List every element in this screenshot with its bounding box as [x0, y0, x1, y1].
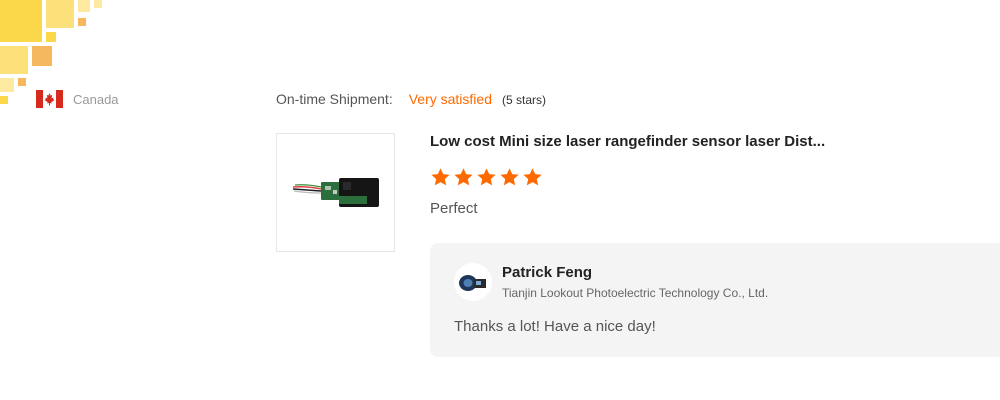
reply-message: Thanks a lot! Have a nice day!: [454, 318, 656, 335]
star-icon: [500, 168, 519, 186]
review-text: Perfect: [430, 200, 478, 217]
shipment-rating-text: Very satisfied: [408, 91, 492, 107]
shipment-stars-text: (5 stars): [501, 93, 546, 107]
canada-flag-icon: [36, 90, 63, 108]
country-name: Canada: [73, 91, 119, 107]
star-icon: [523, 168, 542, 186]
laser-sensor-product-image: [292, 178, 379, 207]
buyer-country: Canada: [36, 90, 119, 108]
shipment-label: On-time Shipment:: [276, 91, 393, 107]
seller-reply-box: Patrick Feng Tianjin Lookout Photoelectr…: [430, 243, 1000, 357]
product-title[interactable]: Low cost Mini size laser rangefinder sen…: [430, 133, 825, 150]
seller-company: Tianjin Lookout Photoelectric Technology…: [502, 286, 769, 300]
product-thumbnail[interactable]: [276, 133, 395, 252]
seller-avatar: [454, 263, 492, 301]
star-icon: [477, 168, 496, 186]
star-icon: [454, 168, 473, 186]
shipment-rating: On-time Shipment: Very satisfied (5 star…: [276, 91, 546, 107]
product-rating-stars: [430, 167, 543, 188]
seller-name: Patrick Feng: [502, 264, 593, 281]
star-icon: [431, 168, 450, 186]
